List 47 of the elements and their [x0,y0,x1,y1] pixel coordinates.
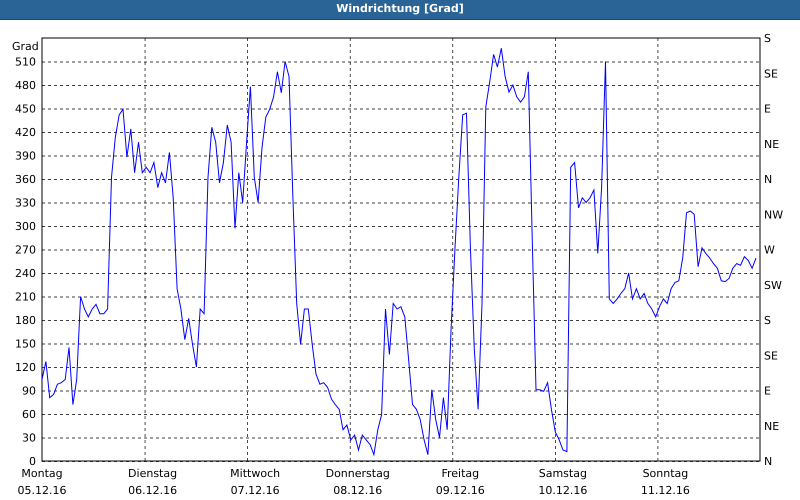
y-tick-label: 60 [22,408,36,421]
direction-label: E [764,384,771,398]
y-tick-label: 330 [15,196,36,210]
y-tick-label: 450 [15,102,36,116]
direction-label: S [764,314,771,327]
y-tick-label: 210 [15,290,36,304]
y-tick-label: 120 [15,361,36,374]
day-label: Montag [21,467,63,480]
y-tick-label: 480 [15,79,36,92]
day-label: Donnerstag [326,467,390,480]
direction-label: E [764,102,771,116]
direction-label: NE [764,138,780,151]
y-tick-label: 90 [22,384,36,398]
date-label: 05.12.16 [18,484,66,497]
day-label: Mittwoch [230,467,280,480]
direction-label: SE [764,67,778,80]
date-label: 08.12.16 [333,484,382,497]
date-label: 06.12.16 [128,484,178,497]
y-tick-label: 180 [15,314,36,327]
y-tick-label: 420 [15,126,36,139]
y-tick-label: 0 [29,455,36,468]
day-label: Dienstag [128,467,178,480]
direction-label: N [764,455,772,468]
date-label: 07.12.16 [230,484,280,497]
direction-label: SW [764,278,782,292]
date-label: 11.12.16 [640,484,690,497]
direction-label: W [764,244,775,256]
y-tick-label: 240 [15,267,36,280]
y-tick-label: 510 [15,56,36,68]
direction-label: N [764,173,772,186]
day-label: Freitag [441,467,480,480]
direction-label: NW [764,208,784,222]
y-tick-label: 360 [15,173,36,186]
date-label: 09.12.16 [436,484,485,497]
y-tick-label: 150 [15,338,36,350]
window-title: Windrichtung [Grad] [336,1,464,18]
direction-label: S [764,32,771,45]
direction-label: SE [764,349,778,362]
date-label: 10.12.16 [538,484,588,497]
y-tick-label: 30 [22,432,36,444]
day-label: Samstag [538,467,587,480]
direction-label: NE [764,420,780,433]
day-label: Sonntag [642,467,688,480]
y-axis-title: Grad [12,40,39,53]
y-tick-label: 270 [15,244,36,256]
y-tick-label: 300 [15,220,36,233]
y-tick-label: 390 [15,150,36,162]
